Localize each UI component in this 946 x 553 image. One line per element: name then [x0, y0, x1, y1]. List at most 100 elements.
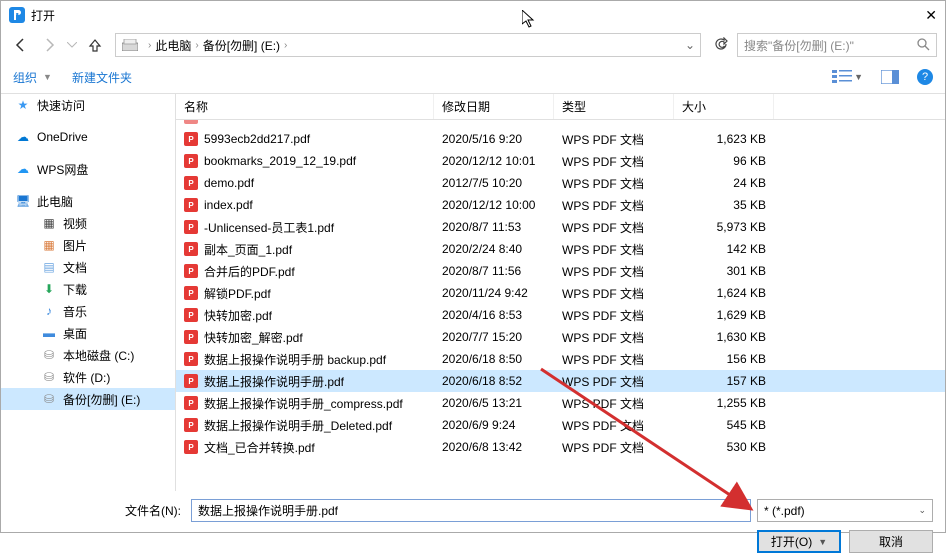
- table-row[interactable]: Pbookmarks_2019_12_19.pdf2020/12/12 10:0…: [176, 150, 945, 172]
- search-input[interactable]: 搜索"备份[勿删] (E:)": [737, 33, 937, 57]
- up-button[interactable]: [83, 33, 107, 57]
- image-icon: ▦: [41, 237, 57, 253]
- file-size: 301 KB: [674, 264, 774, 278]
- sidebar-label: 本地磁盘 (C:): [63, 347, 134, 364]
- file-size: 1,623 KB: [674, 132, 774, 146]
- table-row[interactable]: P数据上报操作说明手册_compress.pdf2020/6/5 13:21WP…: [176, 392, 945, 414]
- table-row[interactable]: P副本_页面_1.pdf2020/2/24 8:40WPS PDF 文档142 …: [176, 238, 945, 260]
- download-icon: ⬇: [41, 281, 57, 297]
- table-row[interactable]: P快转加密.pdf2020/4/16 8:53WPS PDF 文档1,629 K…: [176, 304, 945, 326]
- file-name: 解锁PDF.pdf: [204, 285, 271, 302]
- sidebar-item[interactable]: ⛁软件 (D:): [1, 366, 175, 388]
- sidebar-item[interactable]: ☁WPS网盘: [1, 158, 175, 180]
- pdf-icon: P: [184, 396, 198, 410]
- table-row[interactable]: P文档_已合并转换.pdf2020/6/8 13:42WPS PDF 文档530…: [176, 436, 945, 458]
- sidebar-item[interactable]: ⛁本地磁盘 (C:): [1, 344, 175, 366]
- file-name: 文档_已合并转换.pdf: [204, 439, 315, 456]
- pdf-icon: P: [184, 440, 198, 454]
- sidebar-item[interactable]: ▤文档: [1, 256, 175, 278]
- back-button[interactable]: [9, 33, 33, 57]
- recent-dropdown[interactable]: [65, 33, 79, 57]
- organize-button[interactable]: 组织: [13, 69, 37, 86]
- table-row[interactable]: P-Unlicensed-员工表1.pdf2020/8/7 11:53WPS P…: [176, 216, 945, 238]
- sidebar-item[interactable]: ☁OneDrive: [1, 126, 175, 148]
- cancel-button[interactable]: 取消: [849, 530, 933, 553]
- help-button[interactable]: ?: [917, 69, 933, 85]
- chevron-down-icon: ▼: [818, 537, 827, 547]
- file-type: WPS PDF 文档: [554, 219, 674, 236]
- pdf-icon: P: [184, 120, 198, 124]
- header-size[interactable]: 大小: [674, 94, 774, 119]
- sidebar-item[interactable]: 🖥此电脑: [1, 190, 175, 212]
- file-type: WPS PDF 文档: [554, 241, 674, 258]
- file-type: WPS PDF 文档: [554, 351, 674, 368]
- forward-button[interactable]: [37, 33, 61, 57]
- file-date: 2020/6/9 9:24: [434, 418, 554, 432]
- close-button[interactable]: ✕: [897, 7, 937, 24]
- file-size: 35 KB: [674, 198, 774, 212]
- table-row[interactable]: P合并后的PDF.pdf2020/8/7 11:56WPS PDF 文档301 …: [176, 260, 945, 282]
- pdf-icon: P: [184, 330, 198, 344]
- table-row[interactable]: P快转加密_解密.pdf2020/7/7 15:20WPS PDF 文档1,63…: [176, 326, 945, 348]
- file-name: 快转加密.pdf: [204, 307, 272, 324]
- table-row[interactable]: P数据上报操作说明手册 backup.pdf2020/6/18 8:50WPS …: [176, 348, 945, 370]
- app-icon: [9, 7, 25, 23]
- file-size: 1,630 KB: [674, 330, 774, 344]
- file-date: 2020/12/12 10:00: [434, 198, 554, 212]
- file-type: WPS PDF 文档: [554, 153, 674, 170]
- filename-input[interactable]: [191, 499, 751, 522]
- file-date: 2020/11/24 9:42: [434, 286, 554, 300]
- table-row[interactable]: P数据上报操作说明手册_Deleted.pdf2020/6/9 9:24WPS …: [176, 414, 945, 436]
- file-rows: P P5993ecb2dd217.pdf2020/5/16 9:20WPS PDF…: [176, 120, 945, 491]
- sidebar-item[interactable]: ♪音乐: [1, 300, 175, 322]
- pdf-icon: P: [184, 264, 198, 278]
- sidebar-label: 视频: [63, 215, 87, 232]
- open-button[interactable]: 打开(O)▼: [757, 530, 841, 553]
- file-list: 名称 修改日期 类型 大小 P P5993ecb2dd217.pdf2020/5/…: [176, 94, 945, 491]
- view-mode-button[interactable]: ▼: [832, 70, 863, 84]
- filetype-value: * (*.pdf): [764, 504, 805, 518]
- table-row[interactable]: P5993ecb2dd217.pdf2020/5/16 9:20WPS PDF …: [176, 128, 945, 150]
- header-type[interactable]: 类型: [554, 94, 674, 119]
- preview-pane-button[interactable]: [881, 70, 899, 84]
- sidebar-item[interactable]: ⬇下载: [1, 278, 175, 300]
- drive-icon: ⛁: [41, 369, 57, 385]
- video-icon: ▦: [41, 215, 57, 231]
- sidebar-label: WPS网盘: [37, 161, 88, 178]
- header-name[interactable]: 名称: [176, 94, 434, 119]
- header-date[interactable]: 修改日期: [434, 94, 554, 119]
- breadcrumb[interactable]: › 此电脑 › 备份[勿删] (E:) › ⌄: [115, 33, 701, 57]
- sidebar-item[interactable]: ⛁备份[勿删] (E:): [1, 388, 175, 410]
- sidebar-item[interactable]: ▬桌面: [1, 322, 175, 344]
- table-row[interactable]: P数据上报操作说明手册.pdf2020/6/18 8:52WPS PDF 文档1…: [176, 370, 945, 392]
- file-size: 1,255 KB: [674, 396, 774, 410]
- doc-icon: ▤: [41, 259, 57, 275]
- window-title: 打开: [31, 7, 897, 24]
- file-size: 24 KB: [674, 176, 774, 190]
- table-row[interactable]: P解锁PDF.pdf2020/11/24 9:42WPS PDF 文档1,624…: [176, 282, 945, 304]
- table-row[interactable]: Pdemo.pdf2012/7/5 10:20WPS PDF 文档24 KB: [176, 172, 945, 194]
- file-date: 2020/8/7 11:53: [434, 220, 554, 234]
- sidebar: ★快速访问 ☁OneDrive ☁WPS网盘 🖥此电脑 ▦ 视频 ▦ 图片 ▤文档⬇下载♪音乐▬…: [1, 94, 176, 491]
- file-size: 156 KB: [674, 352, 774, 366]
- file-name: 快转加密_解密.pdf: [204, 329, 303, 346]
- refresh-button[interactable]: [709, 37, 733, 54]
- filetype-select[interactable]: * (*.pdf) ⌄: [757, 499, 933, 522]
- breadcrumb-dropdown[interactable]: ⌄: [680, 38, 700, 52]
- table-row[interactable]: P: [176, 120, 945, 128]
- main-area: ★快速访问 ☁OneDrive ☁WPS网盘 🖥此电脑 ▦ 视频 ▦ 图片 ▤文档⬇下载♪音乐▬…: [1, 93, 945, 491]
- file-date: 2020/6/5 13:21: [434, 396, 554, 410]
- sidebar-label: 图片: [63, 237, 87, 254]
- file-date: 2020/2/24 8:40: [434, 242, 554, 256]
- file-type: WPS PDF 文档: [554, 285, 674, 302]
- crumb-drive[interactable]: 备份[勿删] (E:): [203, 37, 280, 54]
- sidebar-item[interactable]: ▦ 视频: [1, 212, 175, 234]
- sidebar-label: 音乐: [63, 303, 87, 320]
- crumb-pc[interactable]: 此电脑: [155, 37, 191, 54]
- sidebar-label: 快速访问: [37, 97, 85, 114]
- sidebar-item[interactable]: ★快速访问: [1, 94, 175, 116]
- newfolder-button[interactable]: 新建文件夹: [72, 69, 132, 86]
- table-row[interactable]: Pindex.pdf2020/12/12 10:00WPS PDF 文档35 K…: [176, 194, 945, 216]
- sidebar-item[interactable]: ▦ 图片: [1, 234, 175, 256]
- sidebar-label: 备份[勿删] (E:): [63, 391, 140, 408]
